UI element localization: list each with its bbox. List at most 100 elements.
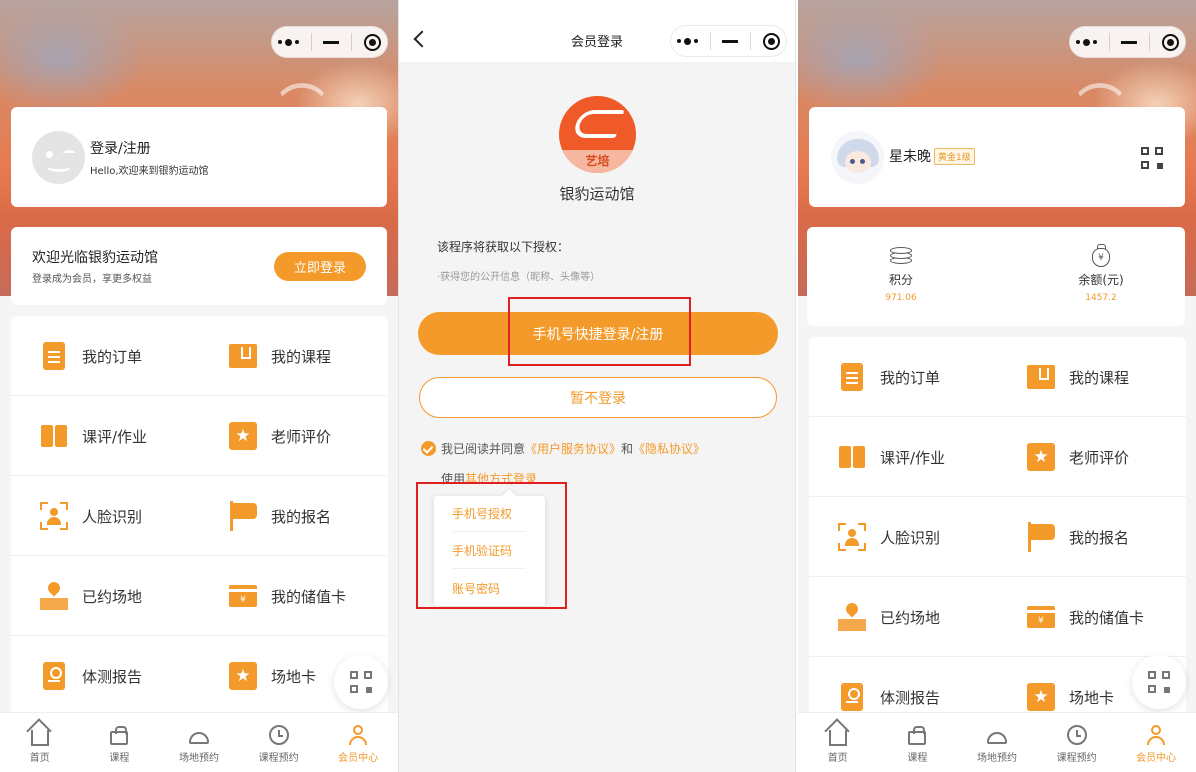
- tab-member-center[interactable]: 会员中心: [1116, 713, 1196, 772]
- menu-row: 已约场地 ¥ 我的储值卡: [11, 556, 388, 636]
- tab-courses[interactable]: 课程: [80, 713, 160, 772]
- menu-item-stored-value-card[interactable]: ¥ 我的储值卡: [1027, 577, 1144, 657]
- menu-item-courses[interactable]: 我的课程: [1027, 337, 1129, 417]
- card-icon: ¥: [1027, 603, 1057, 631]
- permission-title: 该程序将获取以下授权：: [437, 240, 570, 254]
- menu-item-registrations[interactable]: 我的报名: [1027, 497, 1129, 577]
- tab-course-booking[interactable]: 课程预约: [1037, 713, 1117, 772]
- minimize-icon[interactable]: [1121, 40, 1138, 44]
- app-logo: 艺培: [559, 96, 636, 173]
- report-icon: [40, 662, 68, 690]
- highlight-box: [416, 482, 567, 609]
- open-book-icon: [40, 422, 68, 450]
- user-card[interactable]: 登录/注册 Hello,欢迎来到银豹运动馆: [11, 107, 387, 207]
- qr-code-icon: [1148, 671, 1170, 693]
- checkbox-checked-icon[interactable]: [421, 441, 436, 456]
- menu-item-venue-card[interactable]: ★ 场地卡: [229, 636, 316, 716]
- star-card-icon: ★: [1027, 683, 1055, 711]
- clock-icon: [1066, 724, 1088, 746]
- menu-grid: 我的订单 我的课程 课评/作业 ★ 老师评价 人脸识别 我的报名 已约场地 ¥ …: [11, 316, 388, 736]
- bag-icon: [108, 724, 130, 746]
- agreement-row: 我已阅读并同意 《用户服务协议》 和 《隐私协议》: [421, 440, 705, 457]
- menu-item-orders[interactable]: 我的订单: [838, 337, 940, 417]
- menu-item-teacher-rating[interactable]: ★ 老师评价: [229, 396, 331, 476]
- menu-item-courses[interactable]: 我的课程: [229, 316, 331, 396]
- user-icon: [1145, 724, 1167, 746]
- highlight-box: [508, 297, 691, 366]
- menu-item-face-recognition[interactable]: 人脸识别: [838, 497, 940, 577]
- tab-courses[interactable]: 课程: [878, 713, 958, 772]
- face-scan-icon: [40, 502, 68, 530]
- qr-code-icon[interactable]: [1141, 147, 1163, 169]
- map-pin-icon: [40, 582, 68, 610]
- target-close-icon[interactable]: [364, 33, 382, 51]
- member-login-screen: 会员登录 艺培 银豹运动馆 该程序将获取以下授权： ·获得您的公开信息（昵称、头…: [398, 0, 796, 772]
- tab-home[interactable]: 首页: [798, 713, 878, 772]
- avatar[interactable]: [831, 131, 884, 184]
- more-dots-icon[interactable]: [1075, 38, 1097, 46]
- balance-stat[interactable]: ¥ 余额(元) 1457.2: [1041, 244, 1161, 303]
- menu-item-fitness-report[interactable]: 体测报告: [40, 636, 142, 716]
- minimize-icon[interactable]: [722, 39, 739, 43]
- menu-row: 课评/作业 ★ 老师评价: [809, 417, 1186, 497]
- menu-item-reviews-homework[interactable]: 课评/作业: [40, 396, 147, 476]
- login-now-button[interactable]: 立即登录: [274, 252, 366, 281]
- menu-row: 体测报告 ★ 场地卡: [11, 636, 388, 716]
- venue-icon: [188, 724, 210, 746]
- tab-member-center[interactable]: 会员中心: [318, 713, 398, 772]
- user-service-agreement-link[interactable]: 《用户服务协议》: [525, 440, 621, 457]
- user-card[interactable]: 星未晚 黄金1级: [809, 107, 1185, 207]
- clock-icon: [268, 724, 290, 746]
- venue-icon: [986, 724, 1008, 746]
- menu-row: 我的订单 我的课程: [11, 316, 388, 396]
- welcome-title: 欢迎光临银豹运动馆: [32, 250, 158, 266]
- nickname: 星未晚: [889, 149, 931, 165]
- stats-card: 积分 971.06 ¥ 余额(元) 1457.2: [807, 227, 1185, 326]
- order-list-icon: [40, 342, 68, 370]
- tab-venue-booking[interactable]: 场地预约: [159, 713, 239, 772]
- flag-icon: [1027, 522, 1055, 552]
- skip-login-button[interactable]: 暂不登录: [419, 377, 777, 418]
- menu-item-booked-venues[interactable]: 已约场地: [40, 556, 142, 636]
- menu-item-registrations[interactable]: 我的报名: [229, 476, 331, 556]
- panther-logo-icon: [571, 110, 625, 138]
- qr-code-button[interactable]: [1132, 655, 1186, 709]
- home-icon: [827, 724, 849, 746]
- nickname-row: 星未晚 黄金1级: [889, 146, 975, 166]
- member-center-guest-screen: ⌒ 登录/注册 Hello,欢迎来到银豹运动馆 欢迎光临银豹运动馆 登录成为会员…: [0, 0, 398, 772]
- more-dots-icon[interactable]: [277, 38, 299, 46]
- coins-icon: [890, 245, 912, 267]
- bottom-tab-bar: 首页 课程 场地预约 课程预约 会员中心: [0, 712, 398, 772]
- home-icon: [29, 724, 51, 746]
- menu-item-orders[interactable]: 我的订单: [40, 316, 142, 396]
- more-dots-icon[interactable]: [676, 37, 698, 45]
- menu-item-reviews-homework[interactable]: 课评/作业: [838, 417, 945, 497]
- star-icon: ★: [229, 422, 257, 450]
- miniapp-capsule: [1069, 26, 1186, 58]
- course-book-icon: [1027, 363, 1055, 391]
- star-icon: ★: [1027, 443, 1055, 471]
- target-close-icon[interactable]: [763, 32, 781, 50]
- user-icon: [347, 724, 369, 746]
- miniapp-capsule: [271, 26, 388, 58]
- menu-item-booked-venues[interactable]: 已约场地: [838, 577, 940, 657]
- login-register-link[interactable]: 登录/注册: [90, 138, 151, 158]
- welcome-subtitle: Hello,欢迎来到银豹运动馆: [90, 166, 209, 177]
- qr-code-button[interactable]: [334, 655, 388, 709]
- qr-code-icon: [350, 671, 372, 693]
- avatar[interactable]: [32, 131, 85, 184]
- menu-item-face-recognition[interactable]: 人脸识别: [40, 476, 142, 556]
- tab-course-booking[interactable]: 课程预约: [239, 713, 319, 772]
- minimize-icon[interactable]: [323, 40, 340, 44]
- menu-row: 已约场地 ¥ 我的储值卡: [809, 577, 1186, 657]
- privacy-agreement-link[interactable]: 《隐私协议》: [633, 440, 705, 457]
- points-stat[interactable]: 积分 971.06: [841, 245, 961, 303]
- map-pin-icon: [838, 603, 866, 631]
- target-close-icon[interactable]: [1162, 33, 1180, 51]
- menu-item-stored-value-card[interactable]: ¥ 我的储值卡: [229, 556, 346, 636]
- menu-row: 课评/作业 ★ 老师评价: [11, 396, 388, 476]
- member-level-badge: 黄金1级: [934, 147, 975, 165]
- tab-venue-booking[interactable]: 场地预约: [957, 713, 1037, 772]
- menu-item-teacher-rating[interactable]: ★ 老师评价: [1027, 417, 1129, 497]
- tab-home[interactable]: 首页: [0, 713, 80, 772]
